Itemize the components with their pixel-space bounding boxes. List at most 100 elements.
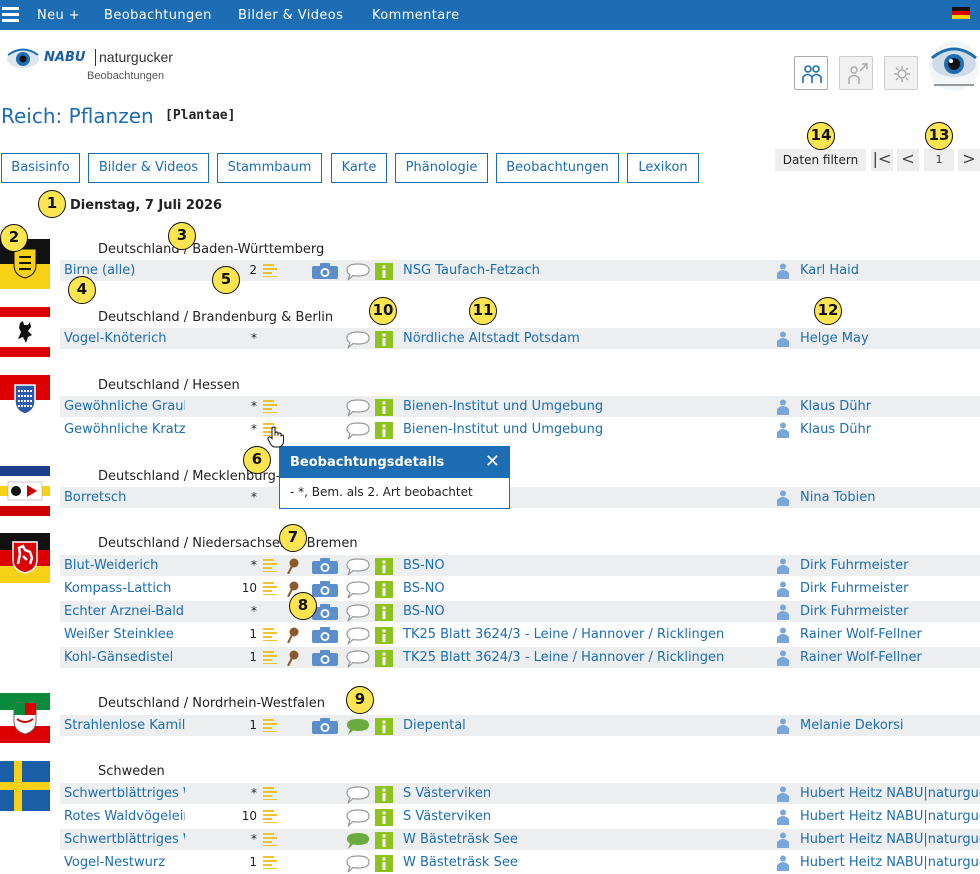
observer-link[interactable]: Klaus Dühr	[800, 399, 871, 414]
comment-icon[interactable]	[346, 604, 370, 622]
close-icon[interactable]: ✕	[485, 451, 500, 472]
observer-link[interactable]: Hubert Heitz NABU|naturgucker	[800, 832, 980, 847]
info-icon[interactable]	[375, 604, 393, 621]
observer-link[interactable]: Karl Haid	[800, 263, 859, 278]
info-icon[interactable]	[375, 263, 393, 280]
info-icon[interactable]	[375, 331, 393, 348]
location-link[interactable]: TK25 Blatt 3624/3 - Leine / Hannover / R…	[403, 627, 724, 642]
tab-phaenologie[interactable]: Phänologie	[395, 153, 488, 183]
notes-icon[interactable]	[263, 399, 277, 413]
info-icon[interactable]	[375, 786, 393, 803]
notes-icon[interactable]	[263, 627, 277, 641]
notes-icon[interactable]	[263, 832, 277, 846]
comment-icon[interactable]	[346, 558, 370, 576]
species-link[interactable]: Gewöhnliche Kratzdistel	[64, 422, 185, 437]
comment-filled-icon[interactable]	[346, 832, 370, 850]
notes-icon[interactable]	[263, 855, 277, 869]
users-button[interactable]	[794, 56, 828, 90]
notes-icon[interactable]	[263, 581, 277, 595]
comment-icon[interactable]	[346, 263, 370, 281]
location-link[interactable]: Bienen-Institut und Umgebung	[403, 422, 603, 437]
tab-basisinfo[interactable]: Basisinfo	[1, 153, 80, 183]
camera-icon[interactable]	[312, 650, 338, 666]
info-icon[interactable]	[375, 855, 393, 872]
species-link[interactable]: Strahlenlose Kamille	[64, 718, 185, 733]
observer-link[interactable]: Dirk Fuhrmeister	[800, 558, 908, 573]
species-link[interactable]: Vogel-Nestwurz	[64, 855, 185, 870]
comment-icon[interactable]	[346, 331, 370, 349]
nav-new[interactable]: Neu +	[37, 8, 80, 23]
species-link[interactable]: Vogel-Knöterich	[64, 331, 185, 346]
species-link[interactable]: Schwertblättriges Waldvögelein	[64, 786, 185, 801]
info-icon[interactable]	[375, 399, 393, 416]
map-pin-icon[interactable]	[287, 627, 299, 643]
info-icon[interactable]	[375, 581, 393, 598]
pager-first-button[interactable]: |<	[871, 149, 893, 171]
map-pin-icon[interactable]	[287, 558, 299, 574]
species-link[interactable]: Schwertblättriges Waldvögelein	[64, 832, 185, 847]
observer-link[interactable]: Klaus Dühr	[800, 422, 871, 437]
tab-stammbaum[interactable]: Stammbaum	[217, 153, 322, 183]
location-link[interactable]: BS-NO	[403, 558, 445, 573]
comment-icon[interactable]	[346, 581, 370, 599]
camera-icon[interactable]	[312, 558, 338, 574]
notes-icon[interactable]	[263, 786, 277, 800]
location-link[interactable]: NSG Taufach-Fetzach	[403, 263, 540, 278]
location-link[interactable]: S Västerviken	[403, 809, 491, 824]
comment-icon[interactable]	[346, 786, 370, 804]
pager-page-number[interactable]: 1	[924, 149, 954, 171]
observer-link[interactable]: Hubert Heitz NABU|naturgucker	[800, 786, 980, 801]
info-icon[interactable]	[375, 809, 393, 826]
location-link[interactable]: Diepental	[403, 718, 466, 733]
species-link[interactable]: Weißer Steinklee	[64, 627, 185, 642]
comment-icon[interactable]	[346, 627, 370, 645]
tab-karte[interactable]: Karte	[331, 153, 387, 183]
notes-icon[interactable]	[263, 809, 277, 823]
species-link[interactable]: Echter Arznei-Baldrian	[64, 604, 185, 619]
observer-link[interactable]: Nina Tobien	[800, 490, 875, 505]
location-link[interactable]: BS-NO	[403, 604, 445, 619]
species-link[interactable]: Gewöhnliche Graukresse	[64, 399, 185, 414]
camera-icon[interactable]	[312, 263, 338, 279]
species-link[interactable]: Borretsch	[64, 490, 185, 505]
species-link[interactable]: Blut-Weiderich	[64, 558, 185, 573]
hamburger-menu-icon[interactable]	[2, 7, 19, 23]
naturgucker-eye-logo-icon[interactable]	[928, 40, 980, 92]
notes-icon[interactable]	[263, 263, 277, 277]
observer-link[interactable]: Melanie Dekorsi	[800, 718, 904, 733]
info-icon[interactable]	[375, 627, 393, 644]
user-share-button[interactable]	[839, 56, 873, 90]
comment-icon[interactable]	[346, 809, 370, 827]
location-link[interactable]: TK25 Blatt 3624/3 - Leine / Hannover / R…	[403, 650, 724, 665]
info-icon[interactable]	[375, 718, 393, 735]
location-link[interactable]: W Bästeträsk See	[403, 832, 518, 847]
comment-icon[interactable]	[346, 650, 370, 668]
nav-comments[interactable]: Kommentare	[372, 8, 460, 23]
comment-icon[interactable]	[346, 422, 370, 440]
nav-observations[interactable]: Beobachtungen	[104, 8, 212, 23]
observer-link[interactable]: Hubert Heitz NABU|naturgucker	[800, 855, 980, 870]
info-icon[interactable]	[375, 832, 393, 849]
observer-link[interactable]: Hubert Heitz NABU|naturgucker	[800, 809, 980, 824]
map-pin-icon[interactable]	[287, 650, 299, 666]
observer-link[interactable]: Rainer Wolf-Fellner	[800, 650, 922, 665]
tab-lexikon[interactable]: Lexikon	[627, 153, 699, 183]
nav-images-videos[interactable]: Bilder & Videos	[238, 8, 343, 23]
nabu-naturgucker-logo[interactable]: NABU naturgucker Beobachtungen	[6, 44, 176, 86]
location-link[interactable]: Nördliche Altstadt Potsdam	[403, 331, 580, 346]
notes-icon[interactable]	[263, 558, 277, 572]
tab-images-videos[interactable]: Bilder & Videos	[88, 153, 209, 183]
location-link[interactable]: W Bästeträsk See	[403, 855, 518, 870]
observer-link[interactable]: Dirk Fuhrmeister	[800, 581, 908, 596]
species-link[interactable]: Rotes Waldvögelein	[64, 809, 185, 824]
comment-filled-icon[interactable]	[346, 718, 370, 736]
pager-prev-button[interactable]: <	[897, 149, 919, 171]
species-link[interactable]: Kompass-Lattich	[64, 581, 185, 596]
comment-icon[interactable]	[346, 399, 370, 417]
filter-data-button[interactable]: Daten filtern	[775, 149, 866, 171]
species-link[interactable]: Kohl-Gänsedistel	[64, 650, 185, 665]
camera-icon[interactable]	[312, 627, 338, 643]
location-link[interactable]: BS-NO	[403, 581, 445, 596]
tab-beobachtungen[interactable]: Beobachtungen	[496, 153, 619, 183]
pager-next-button[interactable]: >	[958, 149, 980, 171]
